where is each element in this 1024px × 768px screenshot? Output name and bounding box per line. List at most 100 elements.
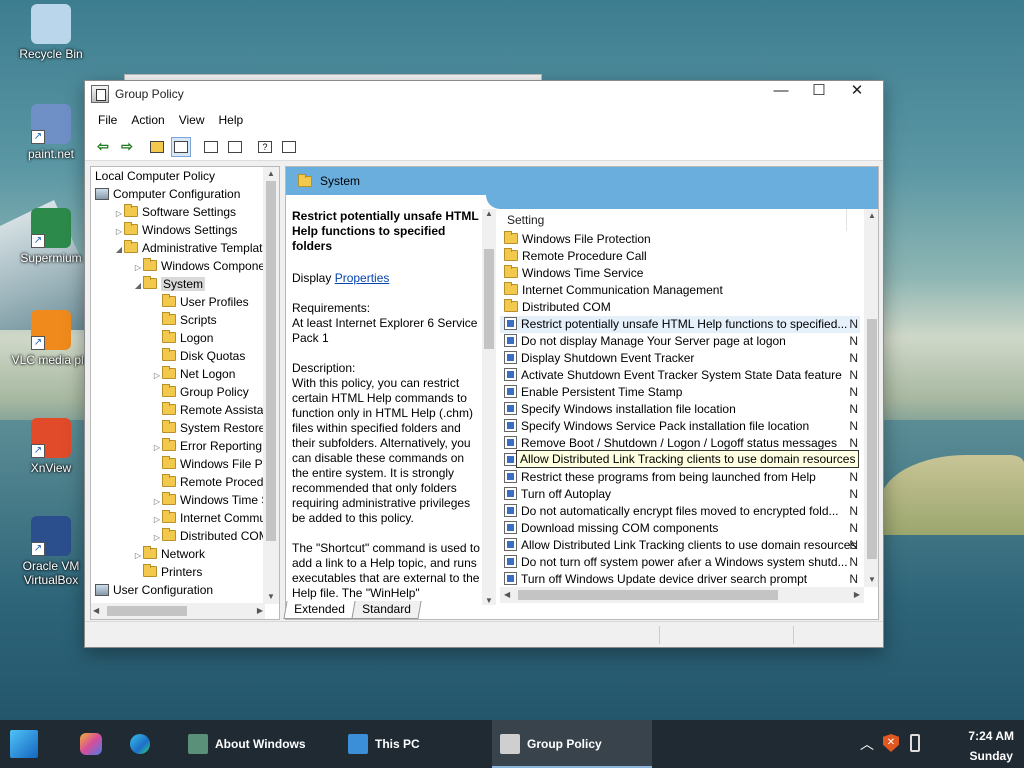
tree-scroll-thumb[interactable] [266,181,276,541]
menu-action[interactable]: Action [124,113,171,127]
tree-vertical-scrollbar[interactable]: ▲ ▼ [263,167,279,604]
list-horizontal-scrollbar[interactable]: ◀ ▶ [500,587,864,603]
menu-file[interactable]: File [91,113,124,127]
list-item[interactable]: Download missing COM components N [500,520,860,537]
start-button[interactable] [10,720,45,768]
desktop-icon-supermium[interactable]: ↗ Supermium [10,208,92,265]
maximize-button[interactable]: ☐ [800,81,838,103]
list-item[interactable]: Remote Procedure Call [500,248,860,265]
tab-extended[interactable]: Extended [283,601,356,619]
list-item[interactable]: Do not automatically encrypt files moved… [500,503,860,520]
tree-item[interactable]: Remote Procedur [91,473,265,491]
tree-item[interactable]: Computer Configuration [91,185,265,203]
list-item[interactable]: Enable Persistent Time Stamp N [500,384,860,401]
properties-link[interactable]: Properties [335,271,390,285]
menu-help[interactable]: Help [212,113,251,127]
forward-button[interactable]: ⇨ [117,137,137,157]
tree-item[interactable]: ▷ Distributed COM [91,527,265,545]
desktop-icon-oracle-vm-virtualbox[interactable]: ↗ Oracle VM VirtualBox [10,516,92,587]
scroll-up-icon[interactable]: ▲ [263,167,279,181]
minimize-button[interactable]: — [762,81,800,103]
help-button[interactable]: ? [255,137,275,157]
tree-item[interactable]: Remote Assistanc [91,401,265,419]
tree-item[interactable]: ▷ Net Logon [91,365,265,383]
tab-standard[interactable]: Standard [351,601,422,619]
show-hide-tree-button[interactable] [171,136,191,157]
tree-item[interactable]: ▷ Internet Commur [91,509,265,527]
tree-item[interactable]: Windows File Pro [91,455,265,473]
tree-item[interactable]: User Profiles [91,293,265,311]
list-item[interactable]: Restrict potentially unsafe HTML Help fu… [500,316,860,333]
tree-item[interactable]: Scripts [91,311,265,329]
list-item[interactable]: Display Shutdown Event Tracker N [500,350,860,367]
list-item[interactable]: Do not turn off system power after a Win… [500,554,860,571]
list-item[interactable]: Windows Time Service [500,265,860,282]
list-vertical-scrollbar[interactable]: ▲ ▼ [864,209,878,587]
description-scroll-thumb[interactable] [484,249,494,349]
close-button[interactable]: ✕ [838,81,876,103]
list-item[interactable]: Restrict these programs from being launc… [500,469,860,486]
tree-item[interactable]: ▷ Windows Settings [91,221,265,239]
column-header-setting[interactable]: Setting [500,209,847,231]
scroll-up-icon[interactable]: ▲ [482,209,496,218]
back-button[interactable]: ⇦ [93,137,113,157]
extended-view-button[interactable] [279,137,299,157]
chevron-up-icon[interactable]: ︿ [860,734,874,754]
list-item[interactable]: Distributed COM [500,299,860,316]
export-list-button[interactable] [225,137,245,157]
tree-item[interactable]: ▷Windows Time Se [91,491,265,509]
desktop-icon-vlc-media-pla[interactable]: ↗ VLC media pla [10,310,92,367]
tree-item[interactable]: ▷ Error Reporting [91,437,265,455]
usb-drive-icon[interactable] [910,734,920,752]
taskbar-app-this-pc[interactable]: This PC [340,720,480,768]
tree-item[interactable]: ◢ System [91,275,265,293]
copilot-button[interactable] [80,720,109,768]
desktop-icon-paint-net[interactable]: ↗ paint.net [10,104,92,161]
scroll-left-icon[interactable]: ◀ [93,603,99,619]
taskbar-app-about-windows[interactable]: About Windows [180,720,330,768]
list-scroll-thumb[interactable] [867,319,877,559]
tree-item[interactable]: ▷ Network [91,545,265,563]
tree-item[interactable]: User Configuration [91,581,265,599]
up-one-level-button[interactable] [147,137,167,157]
desktop-icon-label: Oracle VM VirtualBox [22,559,80,587]
tree-item[interactable]: Local Computer Policy [91,167,265,185]
tree-item[interactable]: ▷ Software Settings [91,203,265,221]
brave-shield-icon[interactable]: ✕ [883,734,899,752]
list-hscroll-thumb[interactable] [518,590,778,600]
tree-item[interactable]: System Restore [91,419,265,437]
list-item[interactable]: Do not display Manage Your Server page a… [500,333,860,350]
list-item[interactable]: Specify Windows Service Pack installatio… [500,418,860,435]
scroll-down-icon[interactable]: ▼ [482,596,496,605]
scroll-down-icon[interactable]: ▼ [263,590,279,604]
list-item[interactable]: Internet Communication Management [500,282,860,299]
description-scrollbar[interactable]: ▲ ▼ [482,209,496,605]
tree-item[interactable]: Logon [91,329,265,347]
tree-horizontal-scrollbar[interactable]: ◀ ▶ [91,603,265,619]
scroll-left-icon[interactable]: ◀ [504,587,510,603]
list-item[interactable]: Allow Distributed Link Tracking clients … [500,537,860,554]
tree-item[interactable]: ◢ Administrative Template [91,239,265,257]
list-item[interactable]: Turn off Autoplay N [500,486,860,503]
scroll-up-icon[interactable]: ▲ [864,209,878,223]
tree-item[interactable]: Printers [91,563,265,581]
tree-hscroll-thumb[interactable] [107,606,187,616]
taskbar-app-group-policy[interactable]: Group Policy [492,720,652,768]
tree-item[interactable]: Disk Quotas [91,347,265,365]
list-item[interactable]: Activate Shutdown Event Tracker System S… [500,367,860,384]
desktop-icon-recycle-bin[interactable]: Recycle Bin [10,4,92,61]
properties-button[interactable] [201,137,221,157]
list-item[interactable]: Turn off Windows Update device driver se… [500,571,860,588]
scroll-right-icon[interactable]: ▶ [854,587,860,603]
tree-item[interactable]: ▷ Windows Componer [91,257,265,275]
scroll-right-icon[interactable]: ▶ [257,603,263,619]
menu-view[interactable]: View [172,113,212,127]
clock[interactable]: 7:24 AM Sunday [968,726,1014,766]
scroll-down-icon[interactable]: ▼ [864,573,878,587]
title-bar[interactable]: Group Policy — ☐ ✕ [85,81,883,107]
list-item[interactable]: Specify Windows installation file locati… [500,401,860,418]
edge-button[interactable] [130,720,157,768]
tree-item[interactable]: Group Policy [91,383,265,401]
desktop-icon-xnview[interactable]: ↗ XnView [10,418,92,475]
list-item[interactable]: Windows File Protection [500,231,860,248]
